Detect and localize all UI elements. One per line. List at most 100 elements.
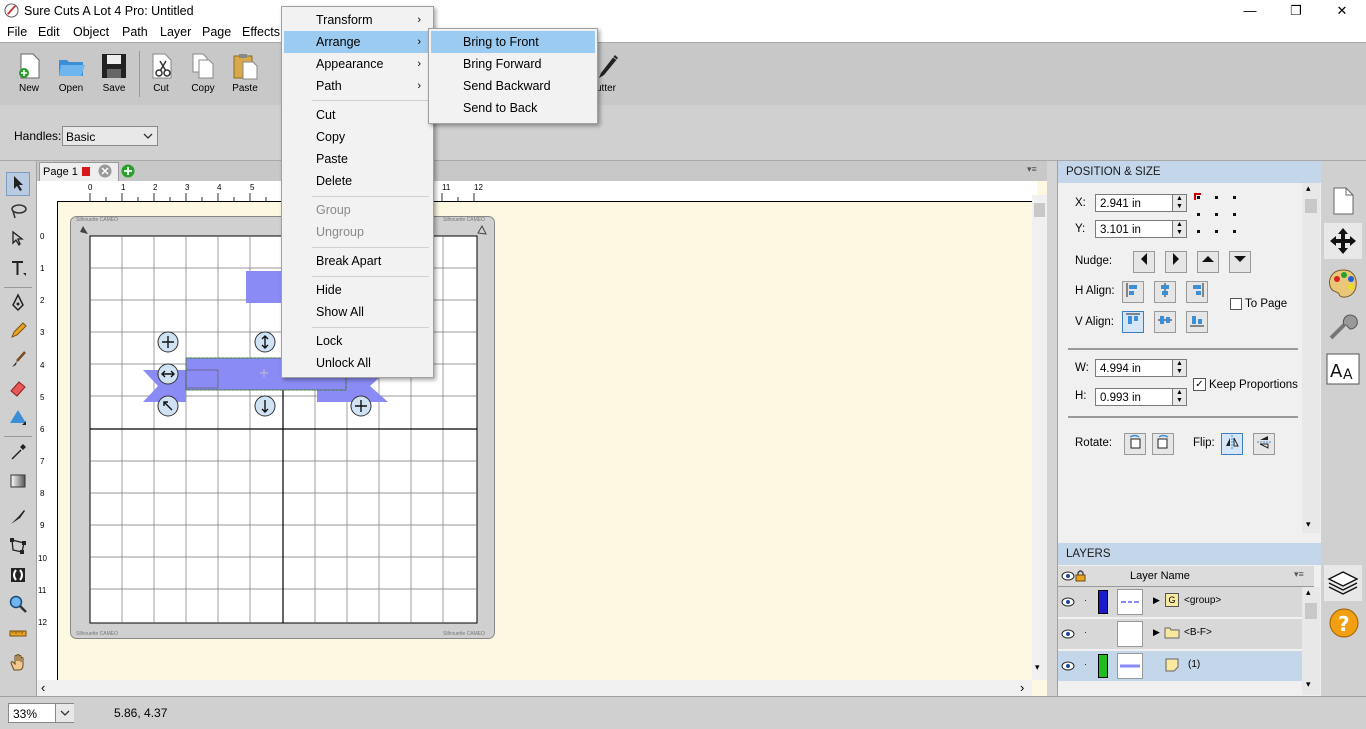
menu-item-send-backward[interactable]: Send Backward bbox=[431, 75, 595, 97]
keep-proportions-checkbox[interactable]: ✓ bbox=[1193, 378, 1206, 391]
scroll-down-icon[interactable]: ▾ bbox=[1306, 679, 1311, 690]
menu-item-bring-forward[interactable]: Bring Forward bbox=[431, 53, 595, 75]
menu-effects[interactable]: Effects bbox=[242, 25, 280, 39]
canvas-horizontal-scrollbar[interactable]: ‹ › bbox=[37, 680, 1032, 696]
layers-options-icon[interactable]: ▾≡ bbox=[1294, 569, 1304, 580]
layer-row[interactable]: · ▶ <B-F> bbox=[1058, 619, 1302, 650]
wrench-icon[interactable] bbox=[1327, 311, 1359, 343]
lock-dot[interactable]: · bbox=[1084, 627, 1087, 637]
scroll-up-icon[interactable]: ▴ bbox=[1306, 183, 1311, 194]
lasso-tool[interactable] bbox=[6, 201, 30, 225]
scroll-left-icon[interactable]: ‹ bbox=[41, 680, 45, 696]
visibility-eye-icon[interactable] bbox=[1061, 628, 1075, 640]
x-input[interactable]: 2.941 in bbox=[1095, 194, 1173, 212]
nudge-up-button[interactable] bbox=[1197, 251, 1219, 273]
minimize-button[interactable]: — bbox=[1227, 0, 1273, 22]
gradient-tool[interactable] bbox=[6, 471, 30, 495]
menu-item-delete[interactable]: Delete bbox=[284, 170, 431, 192]
menu-item-break-apart[interactable]: Break Apart bbox=[284, 250, 431, 272]
scroll-down-icon[interactable]: ▾ bbox=[1035, 662, 1040, 673]
layers-scrollbar[interactable]: ▴ ▾ bbox=[1302, 587, 1320, 695]
pan-tool[interactable] bbox=[6, 652, 30, 676]
layers-panel-button[interactable] bbox=[1324, 565, 1362, 601]
help-question-icon[interactable]: ? bbox=[1328, 607, 1360, 639]
scroll-thumb[interactable] bbox=[1034, 203, 1045, 217]
visibility-eye-icon[interactable] bbox=[1061, 660, 1075, 672]
node-edit-tool[interactable] bbox=[6, 229, 30, 253]
add-page-icon[interactable] bbox=[120, 163, 136, 179]
y-input[interactable]: 3.101 in bbox=[1095, 220, 1173, 238]
menu-edit[interactable]: Edit bbox=[38, 25, 60, 39]
height-stepper[interactable]: ▲ ▼ bbox=[1173, 388, 1187, 406]
expand-arrow-icon[interactable]: ▶ bbox=[1153, 627, 1160, 638]
menu-item-send-to-back[interactable]: Send to Back bbox=[431, 97, 595, 119]
y-stepper[interactable]: ▲ ▼ bbox=[1173, 220, 1187, 238]
nudge-right-button[interactable] bbox=[1165, 251, 1187, 273]
anchor-point-grid[interactable] bbox=[1193, 192, 1245, 242]
layer-row-selected[interactable]: · (1) bbox=[1058, 651, 1302, 682]
rotate-ccw-button[interactable] bbox=[1124, 433, 1146, 455]
width-input[interactable]: 4.994 in bbox=[1095, 359, 1173, 377]
menu-item-paste[interactable]: Paste bbox=[284, 148, 431, 170]
shape-tool[interactable] bbox=[6, 407, 30, 431]
copy-button[interactable]: Copy bbox=[183, 49, 223, 101]
width-stepper[interactable]: ▲ ▼ bbox=[1173, 359, 1187, 377]
menu-item-unlock-all[interactable]: Unlock All bbox=[284, 352, 431, 374]
align-center-h-button[interactable] bbox=[1154, 281, 1176, 303]
zoom-tool[interactable] bbox=[6, 594, 30, 618]
nudge-down-button[interactable] bbox=[1229, 251, 1251, 273]
save-button[interactable]: Save bbox=[94, 49, 134, 101]
panel-scrollbar[interactable]: ▴ ▾ bbox=[1302, 183, 1320, 533]
lock-dot[interactable]: · bbox=[1084, 595, 1087, 605]
align-middle-button[interactable] bbox=[1154, 311, 1176, 333]
align-left-button[interactable] bbox=[1122, 281, 1144, 303]
select-tool[interactable] bbox=[6, 172, 30, 196]
lock-dot[interactable]: · bbox=[1084, 659, 1087, 669]
layer-row[interactable]: · ▶ G <group> bbox=[1058, 587, 1302, 618]
menu-item-transform[interactable]: Transform › bbox=[284, 9, 431, 31]
zoom-dropdown[interactable] bbox=[55, 704, 74, 722]
canvas-vertical-scrollbar[interactable]: ▾ bbox=[1032, 195, 1047, 680]
open-button[interactable]: Open bbox=[51, 49, 91, 101]
menu-item-arrange[interactable]: Arrange › bbox=[284, 31, 431, 53]
scroll-up-icon[interactable]: ▴ bbox=[1306, 587, 1311, 598]
weld-tool[interactable] bbox=[6, 565, 30, 589]
lock-icon[interactable] bbox=[1075, 569, 1086, 582]
close-button[interactable]: ✕ bbox=[1319, 0, 1365, 22]
scroll-down-icon[interactable]: ▾ bbox=[1306, 519, 1311, 530]
close-tab-icon[interactable] bbox=[97, 163, 113, 179]
menu-item-show-all[interactable]: Show All bbox=[284, 301, 431, 323]
x-stepper[interactable]: ▲ ▼ bbox=[1173, 194, 1187, 212]
nudge-left-button[interactable] bbox=[1133, 251, 1155, 273]
rotate-cw-button[interactable] bbox=[1152, 433, 1174, 455]
position-size-panel-button[interactable] bbox=[1324, 223, 1362, 259]
text-tool[interactable] bbox=[6, 258, 30, 282]
canvas-options-icon[interactable]: ▾≡ bbox=[1027, 164, 1037, 175]
to-page-checkbox[interactable] bbox=[1230, 298, 1242, 310]
paste-button[interactable]: Paste bbox=[225, 49, 265, 101]
scroll-right-icon[interactable]: › bbox=[1020, 680, 1024, 696]
cut-button[interactable]: Cut bbox=[141, 49, 181, 101]
new-button[interactable]: New bbox=[9, 49, 49, 101]
measure-tool[interactable] bbox=[6, 623, 30, 647]
menu-file[interactable]: File bbox=[7, 25, 27, 39]
document-page-icon[interactable] bbox=[1327, 185, 1359, 217]
visibility-eye-icon[interactable] bbox=[1061, 596, 1075, 608]
menu-page[interactable]: Page bbox=[202, 25, 231, 39]
knife-tool[interactable] bbox=[6, 507, 30, 531]
menu-layer[interactable]: Layer bbox=[160, 25, 191, 39]
color-palette-icon[interactable] bbox=[1326, 267, 1360, 301]
menu-item-appearance[interactable]: Appearance › bbox=[284, 53, 431, 75]
flip-vertical-button[interactable] bbox=[1253, 433, 1275, 455]
menu-item-bring-to-front[interactable]: Bring to Front bbox=[431, 31, 595, 53]
menu-item-cut[interactable]: Cut bbox=[284, 104, 431, 126]
eraser-tool[interactable] bbox=[6, 378, 30, 402]
menu-object[interactable]: Object bbox=[73, 25, 109, 39]
zoom-select[interactable]: 33% bbox=[8, 703, 74, 723]
menu-item-lock[interactable]: Lock bbox=[284, 330, 431, 352]
align-right-button[interactable] bbox=[1186, 281, 1208, 303]
text-style-icon[interactable]: AA bbox=[1326, 353, 1360, 385]
menu-path[interactable]: Path bbox=[122, 25, 148, 39]
menu-item-hide[interactable]: Hide bbox=[284, 279, 431, 301]
flip-horizontal-button[interactable] bbox=[1221, 433, 1243, 455]
